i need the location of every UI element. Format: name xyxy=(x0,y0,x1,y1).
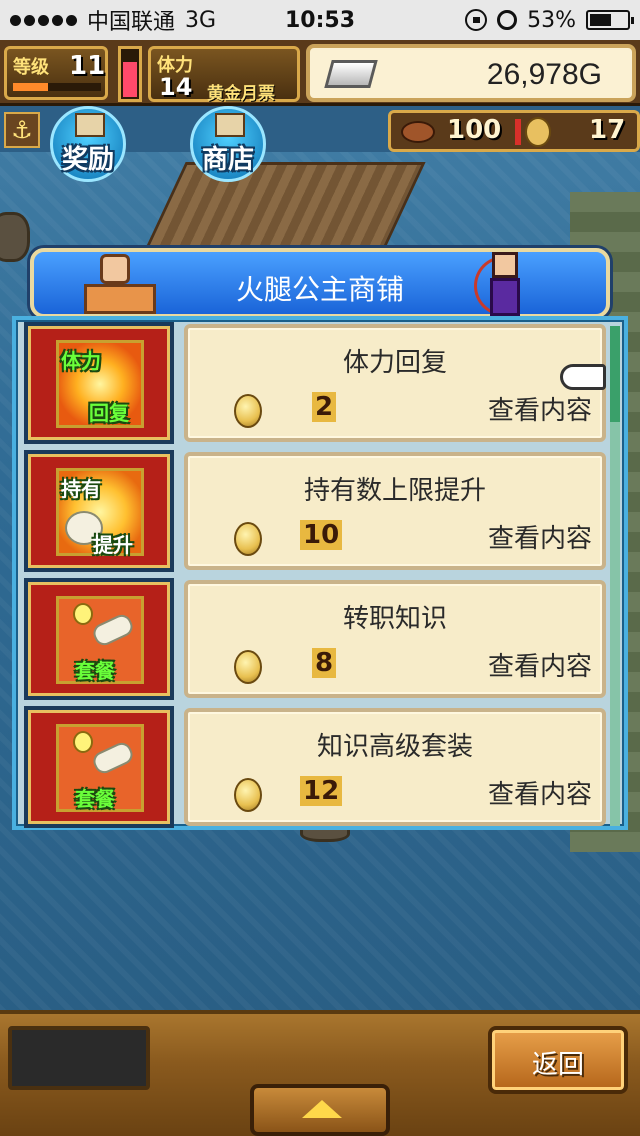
item-card[interactable]: 转职知识 8 查看内容 xyxy=(184,580,606,698)
coin-icon xyxy=(234,778,262,812)
coin-icon xyxy=(234,522,262,556)
item-name: 知识高级套装 xyxy=(316,732,473,762)
status-bar: 中国联通 3G 10:53 53% xyxy=(0,0,640,40)
lightbulb-icon xyxy=(73,603,93,625)
shopkeeper-icon xyxy=(215,113,245,137)
view-details-link[interactable]: 查看内容 xyxy=(488,518,592,555)
level-label: 等级 xyxy=(13,57,49,78)
resource-panel: 100 17 xyxy=(388,110,640,152)
reward-button[interactable]: 奖励 xyxy=(50,106,126,182)
reward-button-label: 奖励 xyxy=(61,145,114,175)
anchor-icon[interactable]: ⚓ xyxy=(4,112,40,148)
icon-text: 持有 xyxy=(61,477,101,501)
item-name: 持有数上限提升 xyxy=(303,476,486,506)
icon-text: 体力 xyxy=(61,349,101,373)
lightbulb-icon xyxy=(73,731,93,753)
alarm-icon xyxy=(497,10,518,30)
icon-text: 套餐 xyxy=(75,787,115,811)
item-card[interactable]: 体力回复 2 查看内容 xyxy=(184,324,606,442)
bottom-bar: 返回 xyxy=(0,1010,640,1136)
shop-item-capacity-upgrade[interactable]: 持有 提升 持有数上限提升 10 查看内容 xyxy=(20,448,606,574)
experience-bar xyxy=(13,83,101,91)
item-price: 2 xyxy=(312,392,337,422)
top-hud: 等级 11 体力 14 黄金月票 26,978G xyxy=(0,40,640,106)
view-details-link[interactable]: 查看内容 xyxy=(488,774,592,811)
gold-amount: 26,978G xyxy=(486,58,602,91)
scroll-icon xyxy=(90,739,136,777)
shop-item-stamina-recovery[interactable]: 体力 回复 体力回复 2 查看内容 xyxy=(20,320,606,446)
capacity-upgrade-icon: 持有 提升 xyxy=(24,450,174,572)
shop-header: 火腿公主商铺 xyxy=(30,248,610,318)
level-value: 11 xyxy=(69,51,106,81)
icon-text: 回复 xyxy=(89,401,129,425)
scrollbar[interactable] xyxy=(610,326,620,826)
knowledge-pack-icon: 套餐 xyxy=(24,706,174,828)
icon-text: 提升 xyxy=(93,533,133,557)
signal-strength-icon xyxy=(10,14,77,26)
pointing-hand-icon xyxy=(560,364,606,390)
view-details-link[interactable]: 查看内容 xyxy=(488,646,592,683)
food-icon xyxy=(401,121,435,143)
shop-button-label: 商店 xyxy=(201,145,254,175)
coin-icon xyxy=(525,117,551,147)
carrier-name: 中国联通 xyxy=(87,10,176,35)
stamina-gauge xyxy=(118,46,142,102)
expand-menu-button[interactable] xyxy=(250,1084,390,1136)
back-button-label: 返回 xyxy=(531,1050,584,1080)
archer-character-avatar xyxy=(474,248,530,322)
scroll-icon xyxy=(90,611,136,649)
item-card[interactable]: 知识高级套装 12 查看内容 xyxy=(184,708,606,826)
stamina-recovery-icon: 体力 回复 xyxy=(24,322,174,444)
coin-amount: 17 xyxy=(589,115,626,145)
rock xyxy=(0,212,30,262)
up-arrow-icon xyxy=(302,1100,342,1118)
gold-panel: 26,978G xyxy=(306,44,636,102)
battery-icon xyxy=(586,10,634,30)
back-button[interactable]: 返回 xyxy=(488,1026,628,1094)
icon-text: 套餐 xyxy=(75,659,115,683)
view-details-link[interactable]: 查看内容 xyxy=(488,390,592,427)
knowledge-pack-icon: 套餐 xyxy=(24,578,174,700)
coin-icon xyxy=(234,394,262,428)
empty-slot xyxy=(8,1026,150,1090)
stamina-panel[interactable]: 体力 14 黄金月票 xyxy=(148,46,300,104)
silver-bar-icon xyxy=(324,60,378,88)
coin-icon xyxy=(234,650,262,684)
shop-button[interactable]: 商店 xyxy=(190,106,266,182)
item-price: 12 xyxy=(300,776,343,806)
stamina-value: 14 xyxy=(159,73,193,101)
food-amount: 100 xyxy=(447,115,502,145)
rotation-lock-icon xyxy=(465,9,488,31)
item-price: 8 xyxy=(312,648,337,678)
battery-percent: 53% xyxy=(527,7,576,33)
shop-item-list[interactable]: 体力 回复 体力回复 2 查看内容 持有 提升 持有数上限提升 10 查看内容 xyxy=(12,316,628,830)
shop-item-job-knowledge[interactable]: 套餐 转职知识 8 查看内容 xyxy=(20,576,606,702)
level-panel: 等级 11 xyxy=(4,46,108,100)
gift-icon xyxy=(75,113,105,137)
network-type: 3G xyxy=(185,7,217,33)
item-card[interactable]: 持有数上限提升 10 查看内容 xyxy=(184,452,606,570)
gold-ticket-label: 黄金月票 xyxy=(207,84,275,104)
item-price: 10 xyxy=(300,520,343,550)
shop-item-knowledge-premium-set[interactable]: 套餐 知识高级套装 12 查看内容 xyxy=(20,704,606,830)
divider xyxy=(515,119,521,145)
item-name: 体力回复 xyxy=(342,348,447,378)
item-name: 转职知识 xyxy=(342,604,447,634)
